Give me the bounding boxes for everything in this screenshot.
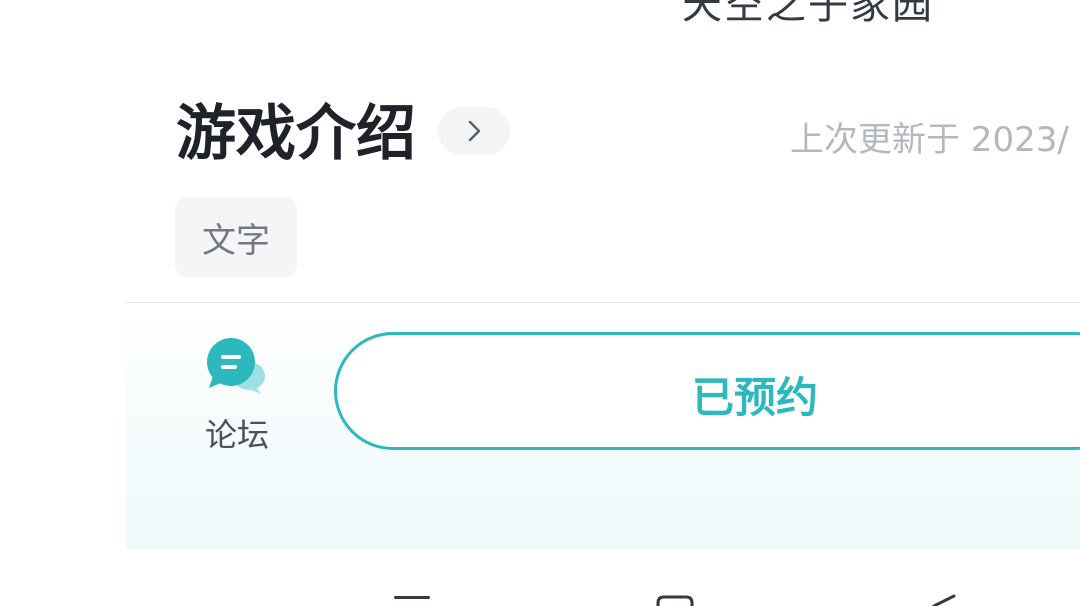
intro-expand-button[interactable] bbox=[438, 107, 510, 155]
menu-icon[interactable] bbox=[392, 594, 432, 606]
tag-chip-text[interactable]: 文字 bbox=[175, 197, 297, 277]
page-title-cut: 天空之子家园 bbox=[682, 0, 934, 28]
chevron-right-icon bbox=[468, 120, 481, 142]
back-icon[interactable] bbox=[926, 594, 962, 606]
game-intro-title[interactable]: 游戏介绍 bbox=[176, 98, 416, 170]
forum-icon[interactable] bbox=[205, 338, 267, 396]
screen: 天空之子家园 游戏介绍 上次更新于 2023/ 文字 论坛 已预约 bbox=[0, 0, 1080, 606]
last-updated-text: 上次更新于 2023/ bbox=[790, 120, 1069, 160]
home-icon[interactable] bbox=[655, 594, 695, 606]
forum-label[interactable]: 论坛 bbox=[205, 410, 269, 456]
reserved-button-label: 已预约 bbox=[692, 373, 819, 422]
